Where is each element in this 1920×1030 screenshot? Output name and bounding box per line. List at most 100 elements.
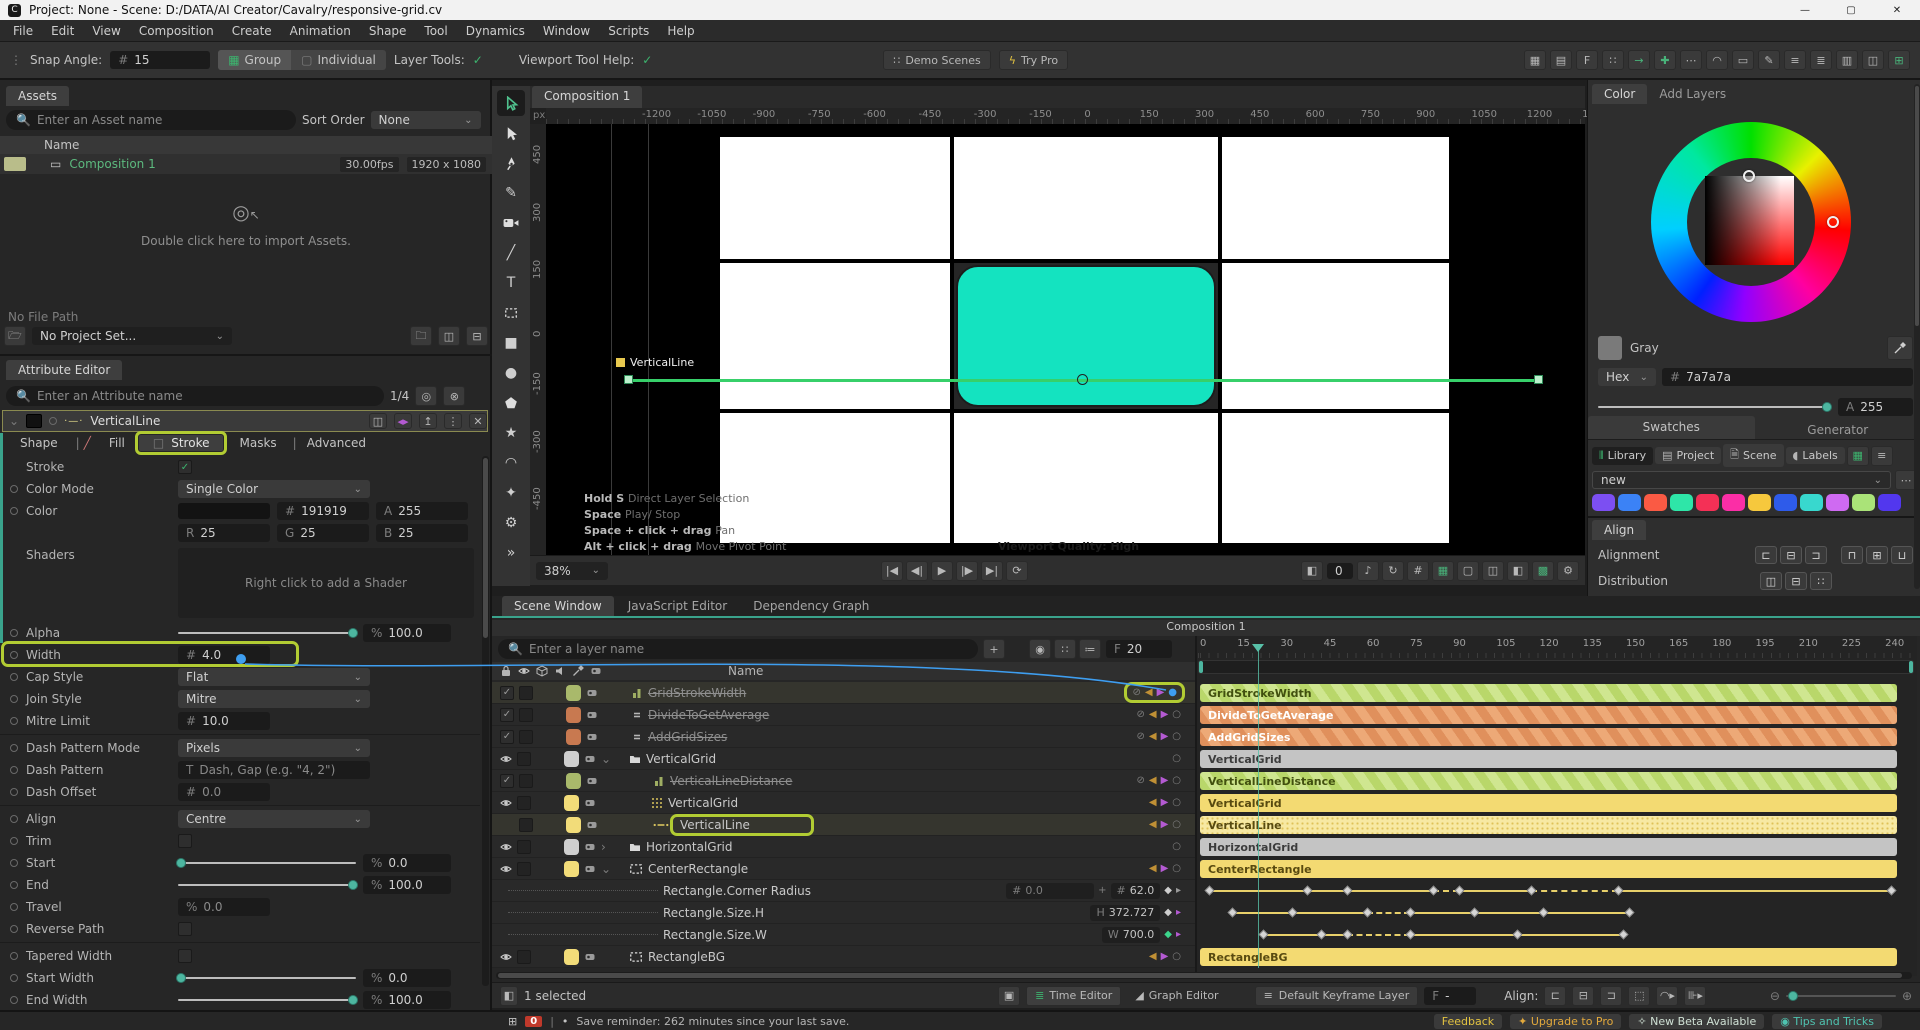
end-width-slider[interactable] [178,995,358,1005]
layer-name[interactable]: DivideToGetAverage [648,708,769,722]
upgrade-button[interactable]: ✦ Upgrade to Pro [1510,1013,1622,1029]
individual-mode-button[interactable]: ▢ Individual [291,50,386,70]
align-socket[interactable] [10,815,18,823]
add-node-icon[interactable]: ✚ [1654,50,1676,70]
draw-icon[interactable]: ✎ [1758,50,1780,70]
feedback-button[interactable]: Feedback [1433,1013,1503,1029]
join-socket[interactable] [10,695,18,703]
project-set-icon[interactable]: 🗁 [4,326,26,346]
trash-icon[interactable]: ⊟ [466,326,488,346]
keyframe[interactable] [1526,885,1537,896]
viewport-comp-tab[interactable]: Composition 1 [532,86,643,108]
align-bottom-icon[interactable]: ⊔ [1891,546,1913,564]
menu-tool[interactable]: Tool [415,24,456,38]
align-tab[interactable]: Align [1592,520,1647,540]
align-left-icon[interactable]: ⊏ [1755,546,1777,564]
layer-color-chip[interactable] [564,948,579,965]
next-keyframe-icon[interactable]: ▶ [1161,775,1169,786]
layer-box[interactable] [517,861,531,876]
travel-field[interactable]: % 0.0 [178,898,270,916]
close-button[interactable]: ✕ [1874,0,1920,20]
layer-color-chip[interactable] [564,838,579,855]
palette-dropdown[interactable]: new ⌄ [1592,471,1891,489]
scene-tab-dependency-graph[interactable]: Dependency Graph [741,596,881,616]
labels-tab[interactable]: ◖ Labels [1785,447,1845,464]
expand-arrow[interactable]: ⌄ [601,752,613,766]
layer-name[interactable]: HorizontalGrid [646,840,732,854]
minimize-button[interactable]: — [1782,0,1828,20]
visibility-eye-icon[interactable] [500,951,512,963]
rectangle-tool[interactable]: ■ [497,330,525,356]
end-width-field[interactable]: % 100.0 [363,991,451,1009]
project-tab[interactable]: ▤ Project [1655,447,1722,464]
sort-order-dropdown[interactable]: None ⌄ [370,111,481,129]
maximize-button[interactable]: ▢ [1828,0,1874,20]
travel-socket[interactable] [10,903,18,911]
keyframe-nav-icon[interactable]: ◂▸ [394,413,412,429]
keyframe[interactable] [1258,929,1269,940]
swatch-0[interactable] [1592,494,1615,511]
keyframe[interactable] [1454,885,1465,896]
doff-socket[interactable] [10,788,18,796]
distribute-v-icon[interactable]: ⊟ [1785,572,1807,590]
layer-name[interactable]: CenterRectangle [648,862,748,876]
next-keyframe-icon[interactable]: ▶ [1161,819,1169,830]
prev-keyframe-icon[interactable]: ◀ [1149,731,1157,742]
keyframe[interactable] [1302,885,1312,896]
keyframe-diamond-icon[interactable]: ◆ [1164,885,1172,896]
layer-name[interactable]: GridStrokeWidth [648,686,746,700]
project-clip-icon[interactable]: ◫ [438,326,460,346]
generator-tab[interactable]: Generator [1755,419,1920,437]
layer-box[interactable] [519,707,533,722]
eyedropper-icon[interactable] [1887,336,1913,360]
layer-color-chip[interactable] [566,728,581,745]
layer-row-rectangle-size-w[interactable]: Rectangle.Size.W W 700.0 ◆ ▸ [492,924,1195,946]
layer-box[interactable] [517,751,531,766]
visibility-eye-icon[interactable] [500,841,512,853]
editor-mode-icon[interactable]: ▣ [998,985,1021,1006]
width-slider-knob[interactable] [236,654,246,664]
console-icon[interactable]: ⊞ [508,1015,517,1028]
value-field[interactable]: H 372.727 [1090,904,1161,921]
collapse-chevron-icon[interactable]: ⌄ [9,414,19,428]
track-bar-addgridsizes[interactable]: AddGridSizes [1200,728,1897,746]
hex-input[interactable]: #7a7a7a [1662,368,1913,386]
color-mode-hex-dropdown[interactable]: Hex ⌄ [1598,368,1656,386]
track-bar-verticallinedistance[interactable]: VerticalLineDistance [1200,772,1897,790]
hue-selector[interactable] [1827,216,1839,228]
stroke-color-swatch[interactable] [178,503,270,519]
join-style-dropdown[interactable]: Mitre ⌄ [178,690,370,708]
layer-box[interactable] [517,795,531,810]
keyframe-toggle[interactable]: ○ [1172,819,1181,830]
layer-row-centerrectangle[interactable]: ⌄ CenterRectangle ◀ ▶ ○ [492,858,1195,880]
disable-icon[interactable]: ⊘ [1136,775,1144,786]
scene-tab[interactable]: 🗎 Scene [1723,444,1784,467]
kf-snap-icon[interactable]: ⊪▸ [1684,985,1707,1006]
try-pro-button[interactable]: ϟ Try Pro [998,50,1069,70]
layer-box[interactable] [519,817,533,832]
pivot-point[interactable] [1077,374,1088,385]
zoom-out-icon[interactable]: ⊖ [1770,989,1780,1003]
dp-socket[interactable] [10,766,18,774]
layer-enabled-checkbox[interactable]: ✓ [500,685,514,700]
align-top-icon[interactable]: ⊓ [1841,546,1863,564]
connected-dot[interactable]: ● [1168,687,1177,698]
project-dropdown[interactable]: No Project Set... ⌄ [32,327,232,345]
close-attr-icon[interactable]: ✕ [469,413,487,429]
trim-checkbox[interactable] [178,834,192,848]
dpm-socket[interactable] [10,744,18,752]
start-field[interactable]: % 0.0 [363,854,451,872]
pen-tool[interactable] [497,150,525,176]
layer-row-rectanglebg[interactable]: RectangleBG ◀ ▶ ○ [492,946,1195,968]
visibility-eye-icon[interactable] [500,863,512,875]
guides-icon[interactable]: ▢ [1457,560,1479,581]
alpha-socket[interactable] [10,629,18,637]
start-socket[interactable] [10,859,18,867]
collapse-panel-icon[interactable]: ◧ [500,985,518,1006]
keyframe[interactable] [1342,885,1353,896]
next-keyframe-icon[interactable]: ▶ [1161,797,1169,808]
value-field[interactable]: #0.0 [1006,882,1095,899]
expand-arrow[interactable]: › [601,840,613,854]
swatch-4[interactable] [1696,494,1719,511]
tapered-width-checkbox[interactable] [178,949,192,963]
